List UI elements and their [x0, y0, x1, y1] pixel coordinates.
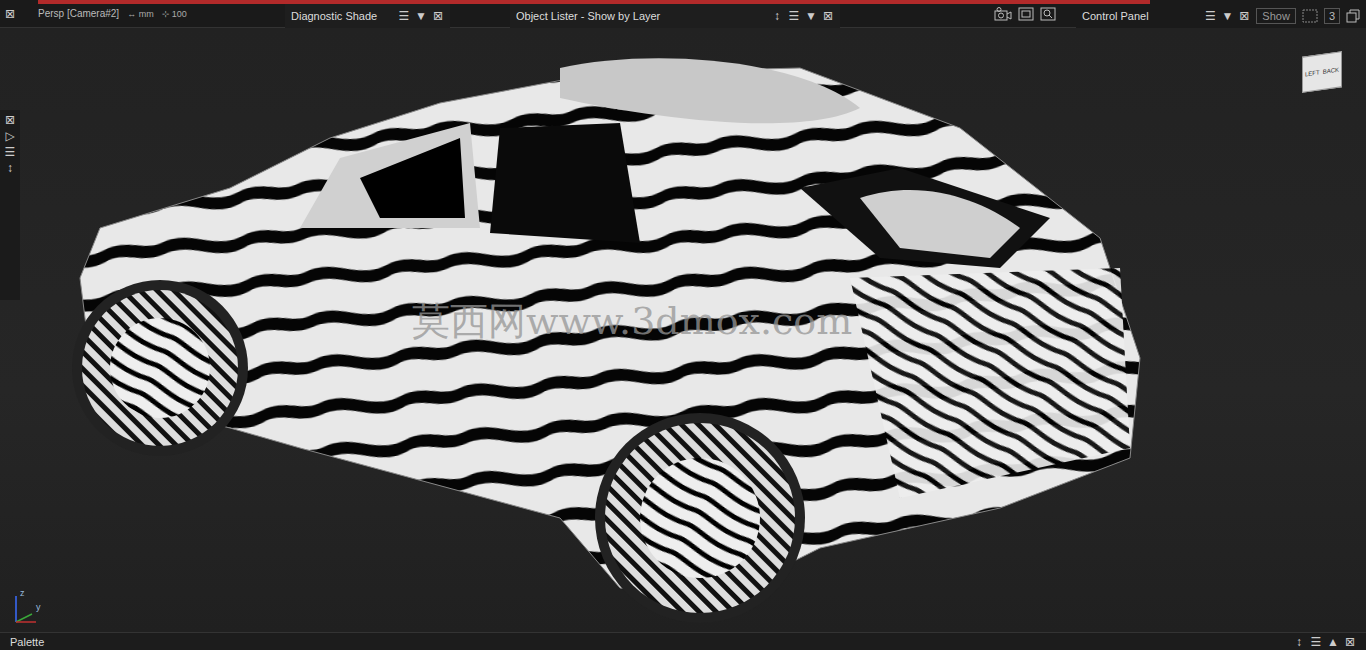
title-accent: [38, 0, 1150, 4]
panel-button[interactable]: ☰: [1204, 10, 1216, 22]
panel-title[interactable]: Object Lister - Show by Layer: [516, 10, 660, 22]
view-tools: [994, 7, 1056, 21]
palette-button[interactable]: ☰: [1310, 636, 1322, 648]
alias-window: ⊠ Persp [Camera#2] ↔ mm ⊹ 100 Diagnostic Sha…: [0, 0, 1366, 650]
viewport-header: ⊠ Persp [Camera#2] ↔ mm ⊹ 100: [0, 8, 285, 20]
side-toolbar-button[interactable]: ▷: [4, 130, 16, 142]
palette-button[interactable]: ▲: [1327, 636, 1339, 648]
panel-button[interactable]: ⊠: [432, 10, 444, 22]
close-viewport-button[interactable]: ⊠: [4, 8, 16, 20]
panel-button[interactable]: ▼: [805, 10, 817, 22]
panel-button[interactable]: ☰: [398, 10, 410, 22]
side-toolbar: ⊠ ▷ ☰ ↕: [0, 110, 20, 300]
panel-button[interactable]: ☰: [788, 10, 800, 22]
axis-label: z: [20, 588, 25, 598]
view-cube-face[interactable]: BACK: [1323, 67, 1339, 75]
view-cube-face[interactable]: LEFT: [1305, 69, 1320, 77]
panel-title[interactable]: Control Panel: [1082, 10, 1149, 22]
magnifier-icon[interactable]: [1040, 7, 1056, 21]
palette-button[interactable]: ↕: [1293, 636, 1305, 648]
film-icon[interactable]: [1018, 7, 1034, 21]
panel-button[interactable]: ↕: [771, 10, 783, 22]
side-toolbar-button[interactable]: ↕: [4, 162, 16, 174]
view-cube[interactable]: LEFTBACK: [1302, 51, 1342, 93]
side-toolbar-button[interactable]: ⊠: [4, 114, 16, 126]
panel-button[interactable]: ⊠: [822, 10, 834, 22]
palette-button[interactable]: ⊠: [1344, 636, 1356, 648]
panel-button[interactable]: ▼: [1221, 10, 1233, 22]
control-panel-header: Control Panel ☰ ▼ ⊠ Show 3: [1076, 4, 1366, 28]
units-label: ↔ mm: [127, 9, 154, 19]
count-box[interactable]: 3: [1324, 8, 1340, 24]
panel-button[interactable]: ⊠: [1238, 10, 1250, 22]
camera-label[interactable]: Persp [Camera#2]: [38, 8, 119, 19]
panel-button[interactable]: ▼: [415, 10, 427, 22]
palette-bar: Palette ↕ ☰ ▲ ⊠: [0, 632, 1366, 650]
panel-header: Object Lister - Show by Layer ↕ ☰ ▼ ⊠: [510, 4, 840, 28]
panel-title[interactable]: Diagnostic Shade: [291, 10, 377, 22]
panel-header: Diagnostic Shade ☰ ▼ ⊠: [285, 4, 450, 28]
grid-label: ⊹ 100: [162, 9, 187, 19]
palette-title[interactable]: Palette: [10, 636, 44, 648]
axes-icon: [8, 588, 48, 628]
axis-indicator: zy: [8, 588, 48, 628]
viewport[interactable]: 莫西网www.3dmox.com⊠▷☰↕LEFTBACKzy: [0, 28, 1366, 632]
top-bar: ⊠ Persp [Camera#2] ↔ mm ⊹ 100 Diagnostic Sha…: [0, 0, 1366, 28]
show-button[interactable]: Show: [1256, 8, 1296, 24]
maximize-icon[interactable]: [1346, 9, 1360, 23]
camera-icon[interactable]: [994, 7, 1012, 21]
side-toolbar-button[interactable]: ☰: [4, 146, 16, 158]
watermark: 莫西网www.3dmox.com: [412, 296, 852, 347]
axis-label: y: [36, 602, 41, 612]
layout-icon[interactable]: [1302, 9, 1318, 23]
